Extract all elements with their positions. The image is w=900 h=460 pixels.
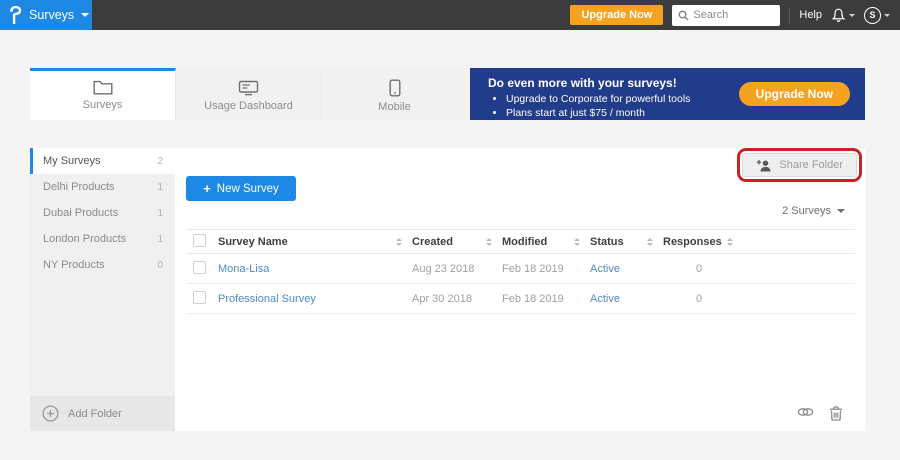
tab-mobile[interactable]: Mobile (322, 68, 467, 120)
circle-plus-icon (42, 405, 59, 422)
new-survey-label: New Survey (216, 182, 279, 195)
folder-count: 1 (157, 207, 163, 219)
folder-count: 1 (157, 233, 163, 245)
column-status: Status (590, 235, 624, 248)
tab-label: Surveys (82, 99, 123, 111)
folder-count: 1 (157, 181, 163, 193)
column-created: Created (412, 235, 453, 248)
sidebar-item-my-surveys[interactable]: My Surveys 2 (30, 148, 175, 174)
responses-cell: 0 (696, 262, 703, 275)
row-checkbox[interactable] (193, 290, 206, 304)
sidebar-item-delhi-products[interactable]: Delhi Products 1 (30, 174, 175, 200)
add-folder-label: Add Folder (68, 407, 122, 420)
sort-icon[interactable] (647, 237, 653, 246)
folder-label: My Surveys (43, 155, 101, 167)
status-link[interactable]: Active (590, 263, 663, 275)
column-modified: Modified (502, 235, 548, 248)
upgrade-now-button[interactable]: Upgrade Now (570, 5, 664, 25)
search-icon (679, 10, 689, 21)
annotation-highlight: Share Folder (737, 148, 862, 182)
sidebar-item-london-products[interactable]: London Products 1 (30, 226, 175, 252)
banner-upgrade-button[interactable]: Upgrade Now (738, 82, 850, 106)
bulk-action-icons (797, 406, 843, 421)
folder-label: Delhi Products (43, 181, 115, 193)
responses-cell: 0 (696, 292, 703, 305)
share-folder-label: Share Folder (779, 159, 843, 171)
created-cell: Aug 23 2018 (412, 262, 475, 275)
bell-icon (831, 8, 846, 22)
modified-cell: Feb 18 2019 (502, 292, 564, 305)
proprofs-logo-icon (10, 6, 22, 24)
column-responses: Responses (663, 235, 722, 248)
share-folder-button[interactable]: Share Folder (742, 153, 857, 177)
folder-label: NY Products (43, 259, 105, 271)
surveys-panel: Share Folder + New Survey 2 Surveys Surv… (175, 148, 865, 431)
survey-count-label: 2 Surveys (782, 205, 831, 217)
product-menu[interactable]: Surveys (0, 0, 92, 30)
tab-surveys[interactable]: Surveys (30, 68, 176, 120)
tab-label: Mobile (378, 100, 411, 113)
sort-icon[interactable] (726, 237, 733, 246)
column-survey-name: Survey Name (218, 235, 288, 248)
tab-usage-dashboard[interactable]: Usage Dashboard (176, 68, 322, 120)
sort-icon[interactable] (574, 237, 580, 246)
person-add-icon (757, 159, 771, 171)
chevron-down-icon (81, 13, 90, 17)
trash-icon[interactable] (829, 406, 843, 421)
survey-name-link[interactable]: Professional Survey (218, 293, 412, 305)
tab-label: Usage Dashboard (204, 99, 293, 112)
survey-count-dropdown[interactable]: 2 Surveys (782, 205, 845, 217)
chevron-down-icon (837, 209, 845, 213)
banner-bullet: Plans start at just $75 / month (506, 106, 865, 120)
sort-icon[interactable] (396, 237, 402, 246)
sidebar-item-dubai-products[interactable]: Dubai Products 1 (30, 200, 175, 226)
folder-label: London Products (43, 233, 127, 245)
sidebar-item-ny-products[interactable]: NY Products 0 (30, 252, 175, 278)
notifications-menu[interactable] (831, 7, 855, 23)
modified-cell: Feb 18 2019 (502, 262, 564, 275)
created-cell: Apr 30 2018 (412, 292, 472, 305)
folder-label: Dubai Products (43, 207, 119, 219)
sort-icon[interactable] (486, 237, 492, 246)
dashboard-icon (238, 80, 259, 95)
chevron-down-icon (849, 13, 855, 17)
chevron-down-icon (884, 13, 890, 17)
folder-icon (93, 80, 112, 95)
product-menu-label: Surveys (29, 8, 75, 22)
plus-icon: + (203, 181, 211, 196)
select-all-checkbox[interactable] (193, 233, 206, 247)
status-link[interactable]: Active (590, 293, 663, 305)
row-checkbox[interactable] (193, 260, 206, 274)
link-icon[interactable] (797, 406, 814, 421)
help-link[interactable]: Help (799, 9, 822, 21)
avatar: S (864, 6, 881, 24)
promo-banner: Do even more with your surveys! Upgrade … (470, 68, 865, 120)
surveys-table: Survey Name Created Modified Status Resp… (186, 229, 855, 314)
add-folder-button[interactable]: Add Folder (30, 396, 175, 431)
mobile-icon (389, 79, 401, 97)
folder-count: 0 (157, 259, 163, 271)
divider (789, 7, 791, 23)
folders-sidebar: My Surveys 2 Delhi Products 1 Dubai Prod… (30, 148, 175, 431)
account-menu[interactable]: S (864, 6, 890, 24)
new-survey-button[interactable]: + New Survey (186, 176, 296, 201)
folder-count: 2 (157, 155, 163, 167)
topbar: Surveys Upgrade Now Help S (0, 0, 900, 30)
main-tabs: Surveys Usage Dashboard Mobile (30, 68, 467, 120)
table-row: Mona-Lisa Aug 23 2018 Feb 18 2019 Active… (186, 254, 855, 284)
search-box[interactable] (672, 4, 781, 26)
survey-name-link[interactable]: Mona-Lisa (218, 263, 412, 275)
table-row: Professional Survey Apr 30 2018 Feb 18 2… (186, 284, 855, 314)
search-input[interactable] (693, 9, 774, 21)
table-header-row: Survey Name Created Modified Status Resp… (186, 229, 855, 254)
